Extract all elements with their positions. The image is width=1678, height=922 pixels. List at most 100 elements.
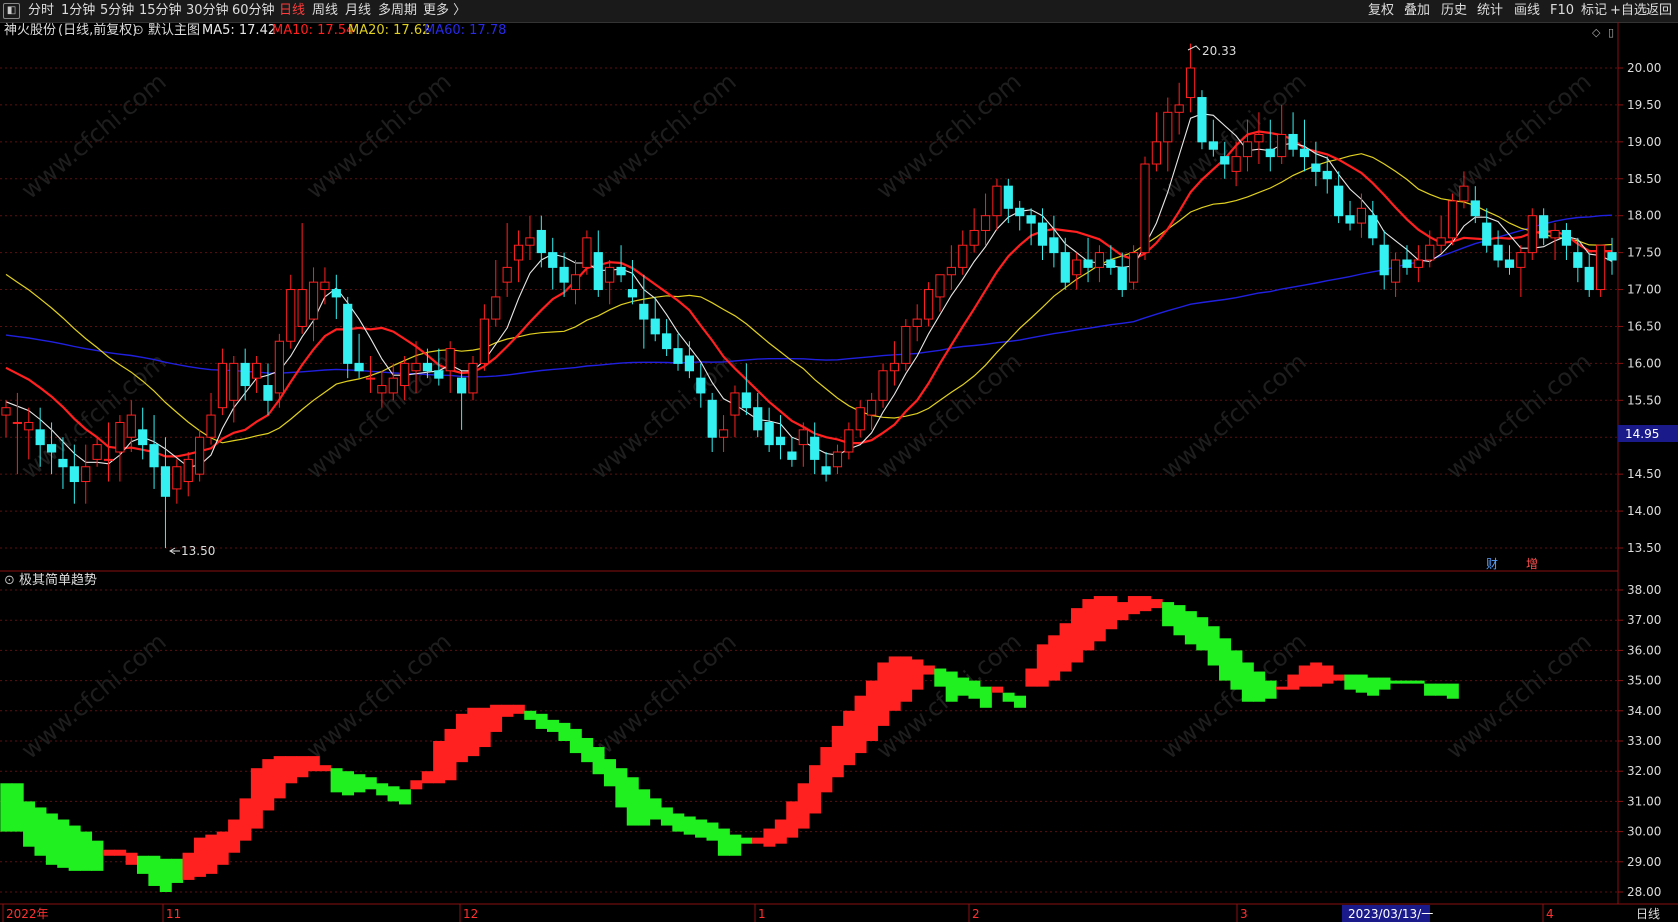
indicator-bar: [80, 831, 93, 871]
candle: [753, 392, 763, 438]
candle: [673, 333, 683, 371]
candle: [1550, 223, 1560, 260]
candle: [889, 341, 900, 386]
indicator-bar: [319, 765, 332, 772]
candle: [730, 385, 740, 438]
cai-badge[interactable]: 财: [1486, 557, 1498, 571]
current-price-label: 14.95: [1625, 427, 1659, 441]
indicator-bar: [0, 783, 13, 832]
watermark: www.cfchi.com: [301, 347, 457, 484]
ma60-path: [5, 214, 1613, 378]
price-tick-label: 16.50: [1627, 319, 1661, 333]
high-annotation: 20.33: [1187, 44, 1236, 58]
candle: [1151, 112, 1161, 172]
crosshair-date: 2023/03/13/一: [1348, 907, 1433, 921]
ma60-line: [5, 214, 1613, 378]
indicator-axis: 38.00 37.00 36.00 35.00 34.00 33.00 32.00 31.00…: [1618, 583, 1661, 899]
candle: [1311, 141, 1321, 187]
panel-icon[interactable]: ▯: [1608, 26, 1614, 39]
candle: [1288, 112, 1298, 157]
candle: [320, 267, 330, 305]
indicator-bar: [125, 852, 138, 865]
indicator-bar: [1367, 677, 1380, 696]
indicator-bar: [228, 819, 241, 853]
ma20-path: [5, 153, 1613, 444]
candle: [343, 296, 353, 379]
candle: [479, 304, 489, 371]
candle: [1516, 245, 1526, 297]
indicator-bar: [547, 719, 560, 732]
indicator-bar: [1207, 626, 1220, 666]
candle: [878, 363, 888, 408]
indicator-tick-label: 31.00: [1627, 794, 1661, 808]
indicator-bar: [615, 768, 628, 808]
kline-chart[interactable]: www.cfchi.com www.cfchi.com www.cfchi.com w…: [0, 0, 1678, 922]
indicator-bar: [239, 798, 252, 841]
date-label: 3: [1240, 907, 1248, 921]
indicator-bar: [410, 780, 423, 790]
candle: [1596, 244, 1606, 297]
candle: [844, 422, 854, 460]
indicator-tick-label: 33.00: [1627, 734, 1661, 748]
indicator-bar: [649, 798, 662, 820]
watermark: www.cfchi.com: [586, 347, 742, 484]
candle: [855, 400, 865, 438]
candle: [1527, 208, 1537, 260]
candle: [354, 333, 364, 379]
candle: [605, 260, 615, 305]
candle: [1117, 252, 1127, 297]
watermark: www.cfchi.com: [1441, 627, 1597, 764]
candle: [1185, 43, 1196, 113]
watermark: www.cfchi.com: [1156, 347, 1312, 484]
indicator-grid: [0, 589, 1618, 893]
indicator-bar: [421, 771, 434, 784]
indicator-bar: [672, 813, 685, 832]
indicator-bar: [1036, 644, 1049, 687]
price-tick-label: 19.50: [1627, 98, 1661, 112]
date-label: 2: [972, 907, 980, 921]
date-label: 12: [463, 907, 478, 921]
candle: [1026, 208, 1036, 246]
candle: [172, 459, 182, 504]
indicator-bar: [1401, 680, 1414, 684]
indicator-bar: [1127, 596, 1140, 615]
indicator-bar: [1184, 611, 1197, 645]
price-axis: 20.00 19.50 19.00 18.50 18.00 17.50 17.00 16.50…: [1618, 61, 1661, 555]
candle: [1390, 252, 1401, 297]
price-tick-label: 16.00: [1627, 356, 1661, 370]
indicator-bar: [558, 722, 571, 741]
ma20-line: [5, 153, 1613, 444]
price-tick-label: 18.00: [1627, 209, 1661, 223]
indicator-bar: [330, 768, 343, 793]
watermark: www.cfchi.com: [16, 67, 172, 204]
indicator-bar: [1059, 623, 1072, 672]
diamond-icon[interactable]: ◇: [1592, 26, 1601, 39]
low-label: 13.50: [181, 544, 215, 558]
candle: [1402, 245, 1412, 275]
candle: [1482, 208, 1492, 253]
candle: [502, 223, 512, 297]
candle: [832, 444, 843, 475]
watermark: www.cfchi.com: [16, 347, 172, 484]
watermark: www.cfchi.com: [586, 627, 742, 764]
candle: [195, 429, 205, 482]
price-tick-label: 17.00: [1627, 283, 1661, 297]
candle: [548, 237, 558, 290]
zeng-badge[interactable]: 增: [1526, 557, 1538, 571]
indicator-bar: [1389, 680, 1402, 684]
indicator-bar: [1048, 635, 1061, 681]
indicator-bar: [342, 771, 354, 796]
candle: [263, 363, 273, 416]
candle: [206, 392, 216, 445]
watermark: www.cfchi.com: [1156, 627, 1312, 764]
candle: [1015, 200, 1025, 231]
candle: [1368, 200, 1378, 246]
indicator-bar: [353, 774, 366, 793]
candle: [1072, 252, 1082, 290]
candle: [457, 370, 467, 430]
indicator-bar: [900, 656, 913, 702]
indicator-bar: [968, 680, 981, 699]
indicator-bar: [843, 710, 856, 766]
indicator-dropdown-icon[interactable]: ⊙: [4, 572, 15, 590]
indicator-bar: [1424, 683, 1437, 696]
